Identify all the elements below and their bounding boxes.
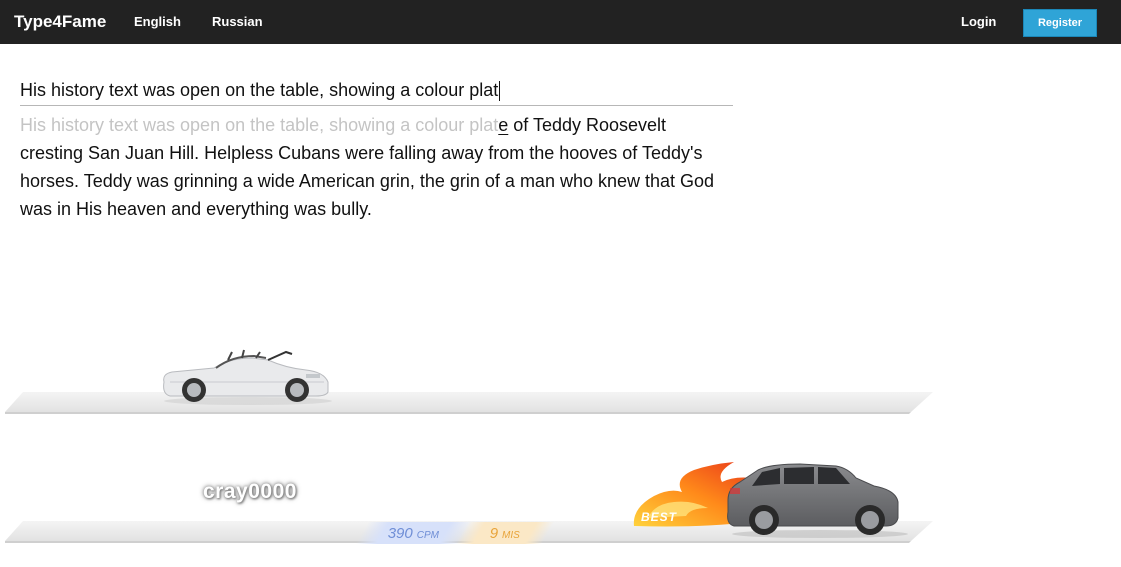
- typing-input[interactable]: His history text was open on the table, …: [20, 76, 733, 106]
- cpm-stat: 390 CPM: [355, 522, 473, 544]
- cpm-value: 390: [388, 524, 414, 542]
- text-caret: [499, 80, 501, 101]
- register-button[interactable]: Register: [1023, 9, 1097, 37]
- mistakes-unit: MIS: [502, 529, 521, 541]
- mistakes-stat: 9 MIS: [455, 522, 555, 544]
- current-character: e: [498, 115, 509, 135]
- nav-english-link[interactable]: English: [134, 14, 181, 29]
- nav-russian-link[interactable]: Russian: [212, 14, 263, 29]
- best-badge: BEST: [641, 510, 678, 524]
- typed-text: His history text was open on the table, …: [20, 115, 499, 135]
- brand-logo[interactable]: Type4Fame: [14, 12, 106, 32]
- player-car: [630, 456, 908, 540]
- login-link[interactable]: Login: [961, 14, 996, 29]
- top-navbar: Type4Fame English Russian Login Register: [0, 0, 1121, 44]
- race-text: His history text was open on the table, …: [20, 111, 732, 223]
- opponent-car: [156, 348, 334, 406]
- cpm-unit: CPM: [417, 529, 440, 541]
- player-name: cray0000: [203, 480, 297, 503]
- typing-input-value: His history text was open on the table, …: [20, 80, 499, 100]
- mistakes-value: 9: [489, 524, 499, 542]
- race-track-opponent: [5, 392, 933, 414]
